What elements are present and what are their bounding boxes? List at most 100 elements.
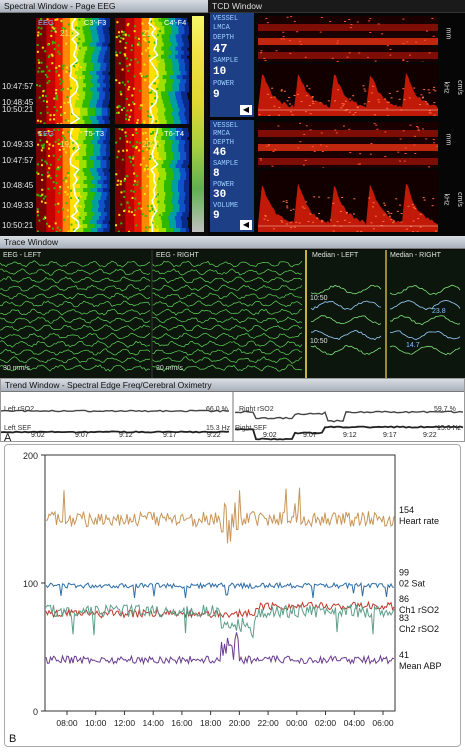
spectrogram-cell bbox=[115, 228, 126, 232]
spectrogram-speckle bbox=[132, 146, 134, 148]
mmode-noise bbox=[303, 165, 305, 166]
spectrogram-cell bbox=[159, 120, 167, 124]
mmode-noise bbox=[405, 148, 407, 149]
mmode-noise bbox=[348, 19, 350, 20]
median-time: 10:50 bbox=[310, 338, 328, 345]
spectrum-noise bbox=[264, 215, 266, 216]
mmode-noise bbox=[320, 32, 322, 33]
eeg-trace-line bbox=[152, 349, 302, 356]
spectrum-noise bbox=[287, 100, 289, 101]
spectrogram-speckle bbox=[144, 79, 146, 81]
mmode-noise bbox=[422, 128, 424, 129]
spectrogram-speckle bbox=[159, 158, 161, 160]
spectrogram-speckle bbox=[79, 77, 81, 79]
spectrum-noise bbox=[377, 99, 379, 100]
spectrogram-speckle bbox=[67, 175, 69, 177]
spectrogram-speckle bbox=[117, 180, 119, 182]
spectrogram-speckle bbox=[68, 231, 70, 232]
spectral-time: 10:47:57 bbox=[2, 82, 33, 91]
spectrogram-speckle bbox=[36, 194, 38, 196]
spectrogram-speckle bbox=[79, 144, 81, 146]
spectrogram-speckle bbox=[64, 191, 66, 193]
speaker-icon[interactable]: ◀ bbox=[240, 105, 252, 115]
spectrogram-speckle bbox=[140, 208, 142, 210]
mmode-noise bbox=[357, 21, 359, 22]
spectrogram-speckle bbox=[118, 35, 120, 37]
spectrogram-speckle bbox=[67, 88, 69, 90]
spectrum-noise bbox=[309, 105, 311, 106]
spectrum-noise bbox=[319, 102, 321, 103]
spectrum-noise bbox=[370, 222, 372, 223]
spectrogram-speckle bbox=[118, 112, 120, 114]
spectrogram-speckle bbox=[143, 64, 145, 66]
mmode-noise bbox=[424, 40, 426, 41]
mmode-noise bbox=[268, 145, 270, 146]
spectrogram-speckle bbox=[118, 231, 120, 232]
mmode-noise bbox=[260, 158, 262, 159]
spectrogram-speckle bbox=[67, 209, 69, 211]
eeg-trace-line bbox=[0, 309, 150, 315]
spectrum-noise bbox=[417, 218, 419, 219]
speaker-icon[interactable]: ◀ bbox=[240, 220, 252, 230]
spectral-time: 10:50:21 bbox=[2, 105, 33, 114]
spectrogram-speckle bbox=[43, 198, 45, 200]
mmode-noise bbox=[387, 45, 389, 46]
spectrogram-speckle bbox=[48, 70, 50, 72]
eeg-trace-line bbox=[0, 317, 150, 324]
mmode-band bbox=[258, 158, 438, 165]
spectrogram-speckle bbox=[137, 119, 139, 121]
spectrogram-speckle bbox=[71, 149, 73, 151]
spec-value: 21.5 bbox=[142, 29, 158, 38]
spectrogram-speckle bbox=[134, 180, 136, 182]
spectrogram-speckle bbox=[60, 106, 62, 108]
spec-channel: T6-T4 bbox=[164, 129, 184, 138]
spectrogram-speckle bbox=[146, 185, 148, 187]
series-name-label: Heart rate bbox=[399, 516, 439, 526]
spectrogram-speckle bbox=[137, 181, 139, 183]
spectrum-noise bbox=[290, 111, 292, 112]
spectrum-noise bbox=[407, 206, 409, 207]
spectrogram-speckle bbox=[41, 174, 43, 176]
spectrogram-speckle bbox=[154, 82, 156, 84]
spectrogram-speckle bbox=[136, 132, 138, 134]
spectrum-noise bbox=[283, 201, 285, 202]
spectrum-noise bbox=[383, 203, 385, 204]
eeg-trace-line bbox=[0, 357, 150, 363]
spectrogram-speckle bbox=[126, 57, 128, 59]
spectrum-noise bbox=[313, 196, 315, 197]
spectrogram-speckle bbox=[115, 51, 117, 53]
spectrogram-speckle bbox=[151, 103, 153, 105]
spectrogram-speckle bbox=[154, 95, 156, 97]
eeg-trace-line bbox=[152, 333, 302, 339]
tcd-window-title: TCD Window bbox=[208, 0, 465, 13]
spectrum-noise bbox=[333, 231, 335, 232]
spectrum-noise bbox=[286, 206, 288, 207]
spectrum-noise bbox=[354, 112, 356, 113]
spectrogram-speckle bbox=[129, 157, 131, 159]
spectrum-noise bbox=[281, 222, 283, 223]
spectrogram-speckle bbox=[141, 53, 143, 55]
spectrum-noise bbox=[271, 88, 273, 89]
mmode-noise bbox=[326, 146, 328, 147]
mmode-noise bbox=[368, 20, 370, 21]
mmode-noise bbox=[299, 141, 301, 142]
mmode-noise bbox=[260, 160, 262, 161]
spectrogram-speckle bbox=[59, 186, 61, 188]
spectrogram-speckle bbox=[41, 189, 43, 191]
left-rso2-value: 66.0 % bbox=[206, 406, 228, 413]
color-scale-bar bbox=[192, 16, 204, 232]
trace-window-title: Trace Window bbox=[0, 236, 465, 249]
spectrum-noise bbox=[413, 207, 415, 208]
spectrogram-speckle bbox=[39, 85, 41, 87]
mmode-noise bbox=[305, 57, 307, 58]
spectrum-noise bbox=[372, 86, 374, 87]
median-trace-line bbox=[390, 346, 460, 355]
spectrum-noise bbox=[357, 107, 359, 108]
spectrogram-speckle bbox=[38, 59, 40, 61]
spectrogram-speckle bbox=[134, 30, 136, 32]
spectrum-noise bbox=[286, 223, 288, 224]
spectral-time: 10:49:33 bbox=[2, 201, 33, 210]
spectrum-noise bbox=[397, 211, 399, 212]
spectrogram-speckle bbox=[124, 47, 126, 49]
spectrum-noise bbox=[404, 99, 406, 100]
